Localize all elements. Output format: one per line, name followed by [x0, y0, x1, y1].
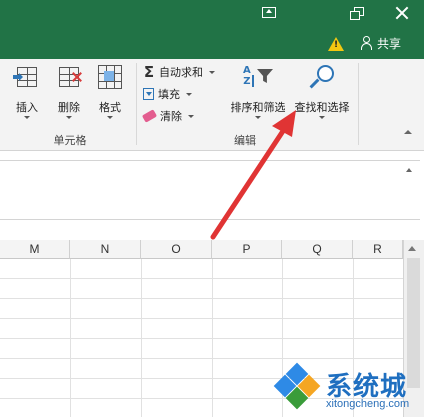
- ribbon-display-options-button[interactable]: [259, 4, 279, 22]
- delete-button[interactable]: 删除: [50, 63, 88, 125]
- column-gridline: [212, 259, 213, 417]
- sort-filter-label: 排序和筛选: [230, 101, 286, 114]
- format-label: 格式: [99, 101, 121, 114]
- column-header-o[interactable]: O: [141, 240, 212, 259]
- collapse-ribbon-icon[interactable]: [404, 130, 412, 134]
- insert-label: 插入: [16, 101, 38, 114]
- chevron-down-icon: [24, 116, 30, 119]
- chevron-down-icon: [66, 116, 72, 119]
- warning-exclamation: !: [333, 40, 339, 50]
- sort-filter-icon: AZ: [243, 63, 273, 95]
- clear-button[interactable]: 清除: [141, 107, 194, 125]
- chevron-down-icon: [107, 116, 113, 119]
- restore-icon-front: [350, 11, 360, 20]
- autosum-label: 自动求和: [159, 66, 203, 79]
- close-window-button[interactable]: [392, 4, 412, 22]
- scroll-up-icon[interactable]: [408, 246, 416, 251]
- delete-cells-icon: [55, 63, 83, 91]
- chevron-down-icon: [209, 70, 215, 74]
- eraser-icon: [141, 109, 158, 123]
- column-gridline: [141, 259, 142, 417]
- watermark-logo-icon: [273, 362, 321, 410]
- column-header-q[interactable]: Q: [282, 240, 353, 259]
- column-header-m[interactable]: M: [0, 240, 70, 259]
- restore-window-button[interactable]: [347, 4, 367, 22]
- find-select-label: 查找和选择: [294, 101, 350, 114]
- title-bar: ! 共享: [0, 0, 424, 59]
- watermark: 系统城 xitongcheng.com: [268, 360, 424, 417]
- editing-group-label: 编辑: [234, 134, 256, 147]
- find-select-button[interactable]: 查找和选择: [290, 63, 354, 125]
- formula-bar[interactable]: [0, 160, 420, 220]
- column-header-p[interactable]: P: [212, 240, 282, 259]
- format-button[interactable]: 格式: [92, 63, 128, 125]
- insert-button[interactable]: 插入: [8, 63, 46, 125]
- column-header-r[interactable]: R: [353, 240, 403, 259]
- watermark-url: xitongcheng.com: [326, 398, 410, 410]
- fill-label: 填充: [158, 88, 180, 101]
- autosum-button[interactable]: Σ 自动求和: [143, 63, 215, 81]
- format-cells-icon: [96, 63, 124, 91]
- fill-down-icon: [143, 88, 154, 100]
- delete-label: 删除: [58, 101, 80, 114]
- group-divider: [358, 63, 359, 145]
- chevron-down-icon: [188, 114, 194, 118]
- chevron-down-icon: [255, 116, 261, 119]
- up-arrow-icon: [266, 9, 272, 13]
- insert-cells-icon: [13, 63, 41, 91]
- cells-group-label: 单元格: [53, 134, 87, 147]
- clear-label: 清除: [160, 110, 182, 123]
- sigma-icon: Σ: [143, 63, 155, 81]
- share-button[interactable]: 共享: [360, 34, 401, 52]
- column-gridline: [70, 259, 71, 417]
- fill-button[interactable]: 填充: [143, 85, 192, 103]
- sort-filter-button[interactable]: AZ 排序和筛选: [228, 63, 288, 125]
- ribbon: 插入 删除 格式 单元格 Σ 自动求和 填充 清除 AZ 排序和筛选 查找和选择…: [0, 59, 424, 151]
- expand-formula-bar-icon[interactable]: [406, 168, 412, 172]
- person-icon: [360, 36, 374, 50]
- chevron-down-icon: [186, 92, 192, 96]
- chevron-down-icon: [319, 116, 325, 119]
- share-label: 共享: [377, 36, 402, 51]
- group-divider: [136, 63, 137, 145]
- column-header-n[interactable]: N: [70, 240, 141, 259]
- magnifier-icon: [308, 63, 336, 95]
